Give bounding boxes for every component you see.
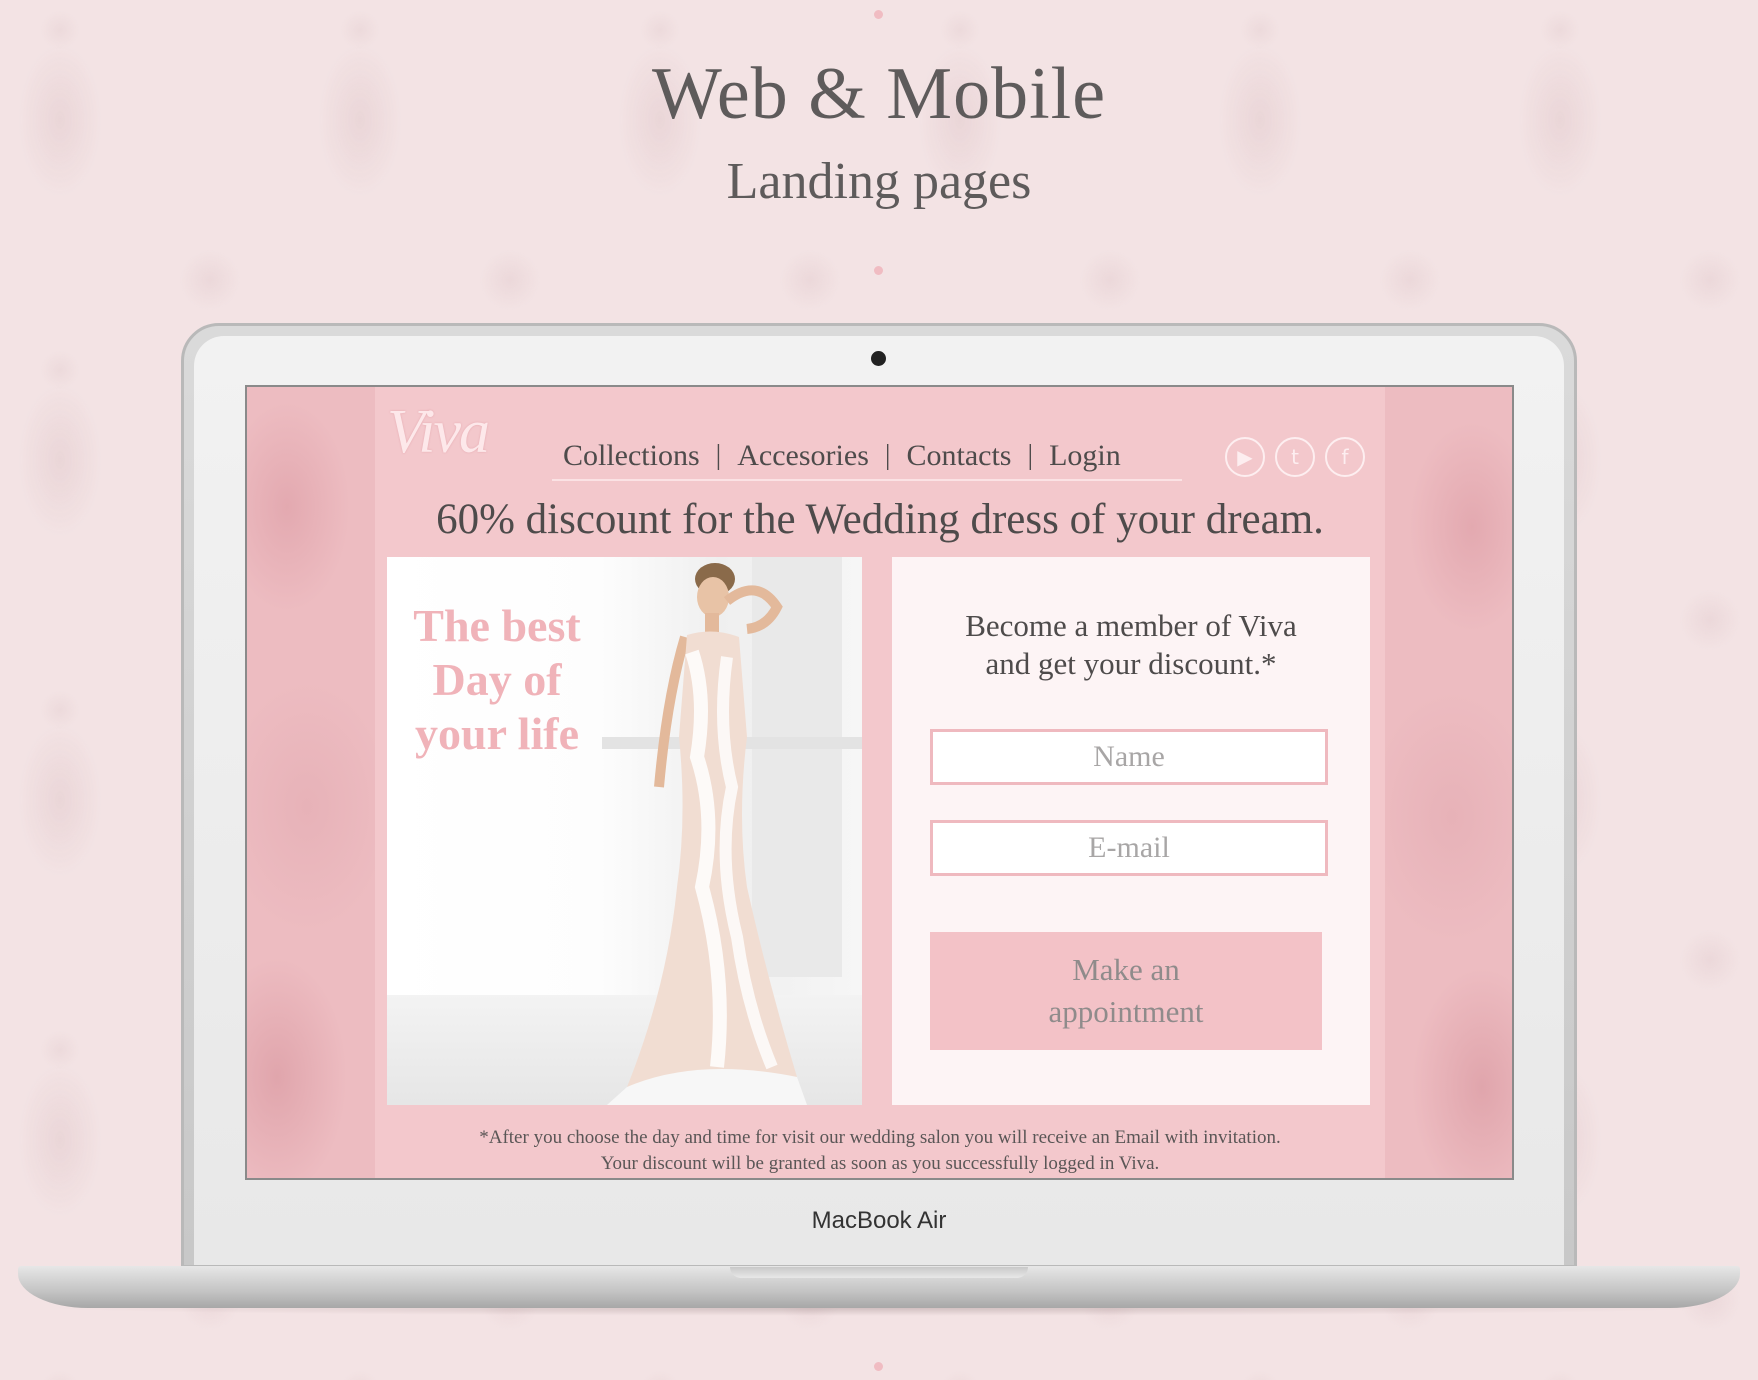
email-field[interactable] — [930, 820, 1328, 876]
decorative-dot — [874, 10, 883, 19]
tagline: The best Day of your life — [413, 600, 581, 759]
discount-headline: 60% discount for the Wedding dress of yo… — [436, 496, 1324, 543]
twitter-icon[interactable]: t — [1275, 437, 1315, 477]
name-field[interactable] — [930, 729, 1328, 785]
footnote-line: Your discount will be granted as soon as… — [600, 1153, 1160, 1174]
form-title: Become a member of Viva and get your dis… — [892, 607, 1370, 683]
signup-form: Become a member of Viva and get your dis… — [892, 557, 1370, 1105]
decorative-dot — [874, 266, 883, 275]
laptop-screen: Viva Collections | Accesories | Contacts… — [245, 385, 1514, 1180]
button-label-line: appointment — [1048, 994, 1204, 1029]
footnote-line: *After you choose the day and time for v… — [479, 1127, 1281, 1148]
page-heading: Web & Mobile — [651, 53, 1107, 135]
footnote: *After you choose the day and time for v… — [375, 1125, 1385, 1177]
nav-collections[interactable]: Collections — [547, 439, 716, 473]
nav-underline — [552, 479, 1182, 481]
facebook-icon[interactable]: f — [1325, 437, 1365, 477]
make-appointment-button[interactable]: Make an appointment — [930, 932, 1322, 1050]
nav-accesories[interactable]: Accesories — [721, 439, 885, 473]
bride-photo: The best Day of your life — [387, 557, 862, 1105]
rose-petals-right — [1382, 387, 1512, 1178]
rose-petals-left — [247, 387, 377, 1178]
laptop-notch — [730, 1267, 1028, 1278]
nav-login[interactable]: Login — [1033, 439, 1137, 473]
device-brand-label: MacBook Air — [811, 1207, 947, 1234]
viva-logo[interactable]: Viva — [387, 397, 490, 468]
camera-icon — [871, 351, 886, 366]
page-subheading: Landing pages — [726, 153, 1032, 210]
nav-contacts[interactable]: Contacts — [890, 439, 1027, 473]
decorative-dot — [874, 1362, 883, 1371]
button-label-line: Make an — [1072, 952, 1180, 987]
form-title-line: Become a member of Viva — [965, 608, 1297, 643]
form-title-line: and get your discount.* — [985, 646, 1277, 681]
bride-in-lace-dress — [607, 563, 807, 1105]
main-nav: Collections | Accesories | Contacts | Lo… — [547, 439, 1137, 473]
youtube-icon[interactable]: ▶ — [1225, 437, 1265, 477]
